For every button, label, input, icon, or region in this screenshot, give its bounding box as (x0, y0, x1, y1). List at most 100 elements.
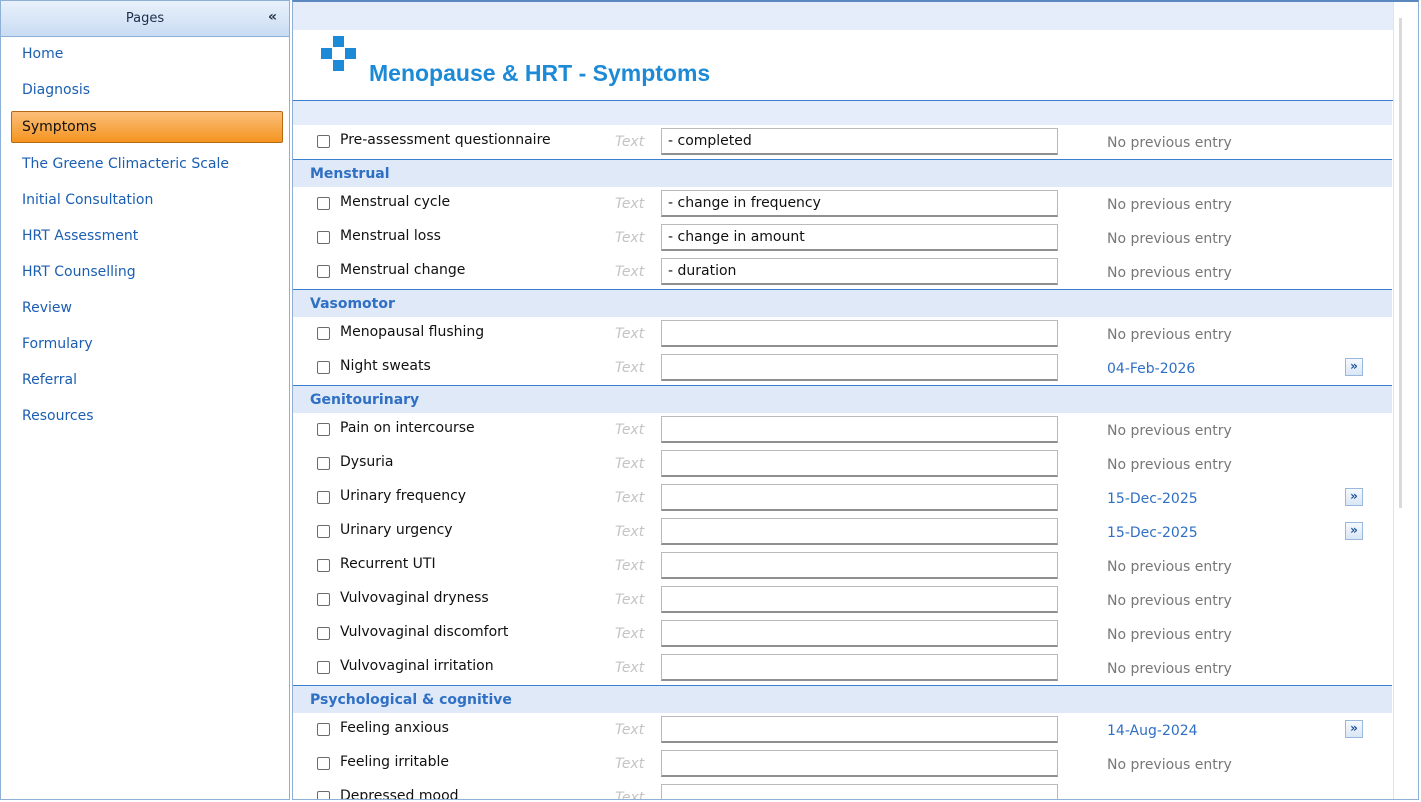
symptom-text-input[interactable] (661, 586, 1058, 613)
previous-entry[interactable]: 15-Dec-2025 (1107, 491, 1198, 507)
sidebar-item-referral[interactable]: Referral (11, 365, 283, 395)
previous-entry: No previous entry (1107, 423, 1232, 439)
symptom-checkbox[interactable] (317, 757, 330, 770)
section-header: Menstrual (293, 159, 1392, 187)
symptom-checkbox[interactable] (317, 457, 330, 470)
previous-entry: No previous entry (1107, 627, 1232, 643)
sidebar-item-diagnosis[interactable]: Diagnosis (11, 75, 283, 105)
copy-previous-button[interactable]: » (1345, 488, 1363, 506)
sidebar-item-review[interactable]: Review (11, 293, 283, 323)
symptom-checkbox[interactable] (317, 327, 330, 340)
symptom-text-input[interactable] (661, 620, 1058, 647)
page-header: Menopause & HRT - Symptoms (293, 30, 1418, 101)
previous-entry[interactable]: 15-Dec-2025 (1107, 525, 1198, 541)
symptom-label: Pre-assessment questionnaire (340, 132, 551, 148)
text-field-label: Text (615, 196, 645, 212)
symptom-row: Pre-assessment questionnaire Text - comple… (293, 125, 1418, 159)
symptom-text-input[interactable]: - duration (661, 258, 1058, 285)
copy-previous-button[interactable]: » (1345, 522, 1363, 540)
symptom-checkbox[interactable] (317, 593, 330, 606)
section-header: Psychological & cognitive (293, 685, 1392, 713)
symptom-checkbox[interactable] (317, 661, 330, 674)
sidebar-item-hrt-assessment[interactable]: HRT Assessment (11, 221, 283, 251)
symptom-checkbox[interactable] (317, 791, 330, 799)
symptom-checkbox[interactable] (317, 491, 330, 504)
symptom-checkbox[interactable] (317, 361, 330, 374)
symptom-label: Menstrual loss (340, 228, 441, 244)
symptom-checkbox[interactable] (317, 231, 330, 244)
symptom-label: Menstrual change (340, 262, 466, 278)
symptom-row: Menstrual change Text - duration No previou… (293, 255, 1418, 289)
symptom-label: Urinary urgency (340, 522, 453, 538)
symptoms-form: Pre-assessment questionnaire Text - comple… (293, 125, 1418, 800)
symptom-row: Urinary urgency Text 15-Dec-2025 » (293, 515, 1418, 549)
previous-entry: No previous entry (1107, 661, 1232, 677)
sidebar-nav: Home Diagnosis Symptoms The Greene Climacte… (1, 37, 289, 431)
symptom-text-input[interactable] (661, 518, 1058, 545)
symptom-checkbox[interactable] (317, 423, 330, 436)
symptom-label: Recurrent UTI (340, 556, 436, 572)
sidebar-item-the-greene-climacteric-scale[interactable]: The Greene Climacteric Scale (11, 149, 283, 179)
symptom-row: Vulvovaginal discomfort Text No previous e… (293, 617, 1418, 651)
previous-entry[interactable]: 14-Aug-2024 (1107, 723, 1198, 739)
symptom-text-input[interactable]: - change in frequency (661, 190, 1058, 217)
symptom-text-input[interactable] (661, 450, 1058, 477)
collapse-sidebar-icon[interactable]: « (268, 10, 277, 24)
sidebar-item-formulary[interactable]: Formulary (11, 329, 283, 359)
symptom-text-input[interactable] (661, 484, 1058, 511)
symptom-checkbox[interactable] (317, 265, 330, 278)
symptom-row: Vulvovaginal dryness Text No previous entr… (293, 583, 1418, 617)
symptom-checkbox[interactable] (317, 135, 330, 148)
symptom-row: Feeling anxious Text 14-Aug-2024 » (293, 713, 1418, 747)
text-field-label: Text (615, 756, 645, 772)
text-field-label: Text (615, 626, 645, 642)
symptom-text-input[interactable]: - completed (661, 128, 1058, 155)
symptom-checkbox[interactable] (317, 197, 330, 210)
symptom-text-input[interactable] (661, 320, 1058, 347)
symptom-label: Feeling irritable (340, 754, 450, 770)
sidebar-item-resources[interactable]: Resources (11, 401, 283, 431)
symptom-row: Night sweats Text 04-Feb-2026 » (293, 351, 1418, 385)
previous-entry[interactable]: 04-Feb-2026 (1107, 361, 1195, 377)
symptom-text-input[interactable]: - change in amount (661, 224, 1058, 251)
symptom-row: Pain on intercourse Text No previous entry (293, 413, 1418, 447)
pages-sidebar: Pages « Home Diagnosis Symptoms The Greene … (0, 0, 290, 800)
text-field-label: Text (615, 422, 645, 438)
symptom-label: Depressed mood (340, 788, 459, 800)
symptom-text-input[interactable] (661, 654, 1058, 681)
previous-entry: No previous entry (1107, 265, 1232, 281)
symptom-text-input[interactable] (661, 552, 1058, 579)
symptom-checkbox[interactable] (317, 723, 330, 736)
symptom-text-input[interactable] (661, 354, 1058, 381)
text-field-label: Text (615, 558, 645, 574)
symptom-row: Recurrent UTI Text No previous entry (293, 549, 1418, 583)
symptom-row: Vulvovaginal irritation Text No previous e… (293, 651, 1418, 685)
symptom-label: Night sweats (340, 358, 431, 374)
symptom-checkbox[interactable] (317, 627, 330, 640)
symptom-label: Dysuria (340, 454, 394, 470)
sidebar-item-hrt-counselling[interactable]: HRT Counselling (11, 257, 283, 287)
main-panel: Menopause & HRT - Symptoms Pre-assessmen… (292, 0, 1419, 800)
section-header: Genitourinary (293, 385, 1392, 413)
copy-previous-button[interactable]: » (1345, 358, 1363, 376)
sidebar-item-symptoms[interactable]: Symptoms (11, 111, 283, 143)
sidebar-item-initial-consultation[interactable]: Initial Consultation (11, 185, 283, 215)
copy-previous-button[interactable]: » (1345, 720, 1363, 738)
symptom-checkbox[interactable] (317, 559, 330, 572)
symptom-text-input[interactable] (661, 716, 1058, 743)
symptom-text-input[interactable] (661, 784, 1058, 799)
previous-entry: No previous entry (1107, 757, 1232, 773)
symptom-label: Menstrual cycle (340, 194, 451, 210)
sidebar-item-home[interactable]: Home (11, 39, 283, 69)
symptom-text-input[interactable] (661, 416, 1058, 443)
vertical-scrollbar[interactable] (1393, 2, 1418, 799)
text-field-label: Text (615, 230, 645, 246)
symptom-label: Feeling anxious (340, 720, 449, 736)
text-field-label: Text (615, 524, 645, 540)
symptom-row: Urinary frequency Text 15-Dec-2025 » (293, 481, 1418, 515)
symptom-row: Feeling irritable Text No previous entry (293, 747, 1418, 781)
symptom-text-input[interactable] (661, 750, 1058, 777)
text-field-label: Text (615, 134, 645, 150)
scrollbar-thumb[interactable] (1399, 18, 1402, 508)
symptom-checkbox[interactable] (317, 525, 330, 538)
